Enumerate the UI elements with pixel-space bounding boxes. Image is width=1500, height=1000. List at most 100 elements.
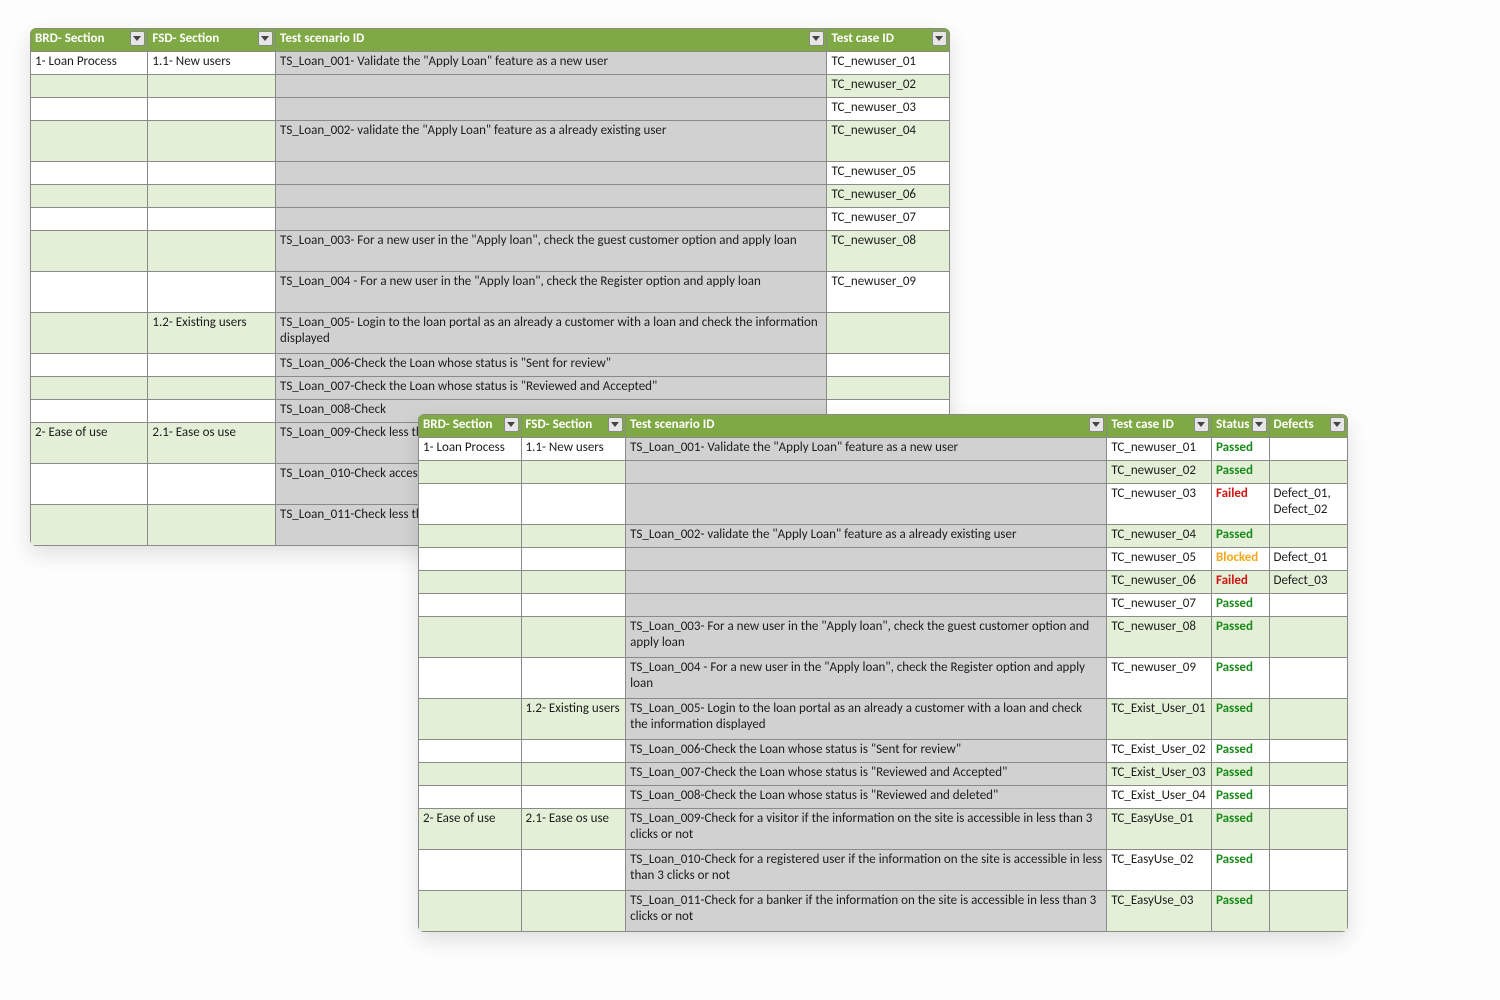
table-row: 2- Ease of use2.1- Ease os useTS_Loan_00… — [419, 809, 1348, 850]
table-row: TS_Loan_010-Check for a registered user … — [419, 850, 1348, 891]
cell-brd — [419, 461, 522, 484]
filter-icon[interactable] — [1194, 417, 1209, 432]
table-row: TC_newuser_06 — [31, 185, 950, 208]
filter-icon[interactable] — [1089, 417, 1104, 432]
cell-scenario: TS_Loan_005- Login to the loan portal as… — [626, 699, 1107, 740]
cell-scenario: TS_Loan_001- Validate the "Apply Loan" f… — [626, 438, 1107, 461]
status-badge: Passed — [1216, 527, 1253, 542]
cell-tcase: TC_newuser_07 — [827, 208, 950, 231]
cell-status: Passed — [1211, 891, 1269, 932]
cell-brd — [419, 617, 522, 658]
filter-icon[interactable] — [809, 31, 824, 46]
cell-status: Passed — [1211, 594, 1269, 617]
status-badge: Failed — [1216, 486, 1248, 501]
cell-brd — [31, 313, 148, 354]
cell-brd — [31, 98, 148, 121]
cell-tcase: TC_newuser_08 — [827, 231, 950, 272]
cell-tcase: TC_newuser_07 — [1107, 594, 1212, 617]
header-defects[interactable]: Defects — [1269, 415, 1348, 438]
cell-fsd — [521, 484, 626, 525]
cell-brd — [31, 231, 148, 272]
filter-icon[interactable] — [504, 417, 519, 432]
header-brd[interactable]: BRD- Section — [419, 415, 522, 438]
cell-scenario: TS_Loan_003- For a new user in the "Appl… — [276, 231, 827, 272]
cell-brd — [419, 594, 522, 617]
table-row: TS_Loan_002- validate the "Apply Loan" f… — [419, 525, 1348, 548]
header-scenario[interactable]: Test scenario ID — [276, 29, 827, 52]
cell-status: Passed — [1211, 699, 1269, 740]
table-row: TC_newuser_02Passed — [419, 461, 1348, 484]
cell-scenario — [276, 75, 827, 98]
status-badge: Passed — [1216, 440, 1253, 455]
cell-status: Passed — [1211, 438, 1269, 461]
header-fsd[interactable]: FSD- Section — [521, 415, 626, 438]
status-badge: Passed — [1216, 852, 1253, 867]
filter-icon[interactable] — [130, 31, 145, 46]
cell-status: Failed — [1211, 484, 1269, 525]
cell-scenario: TS_Loan_006-Check the Loan whose status … — [276, 354, 827, 377]
cell-scenario — [626, 571, 1107, 594]
cell-scenario: TS_Loan_004 - For a new user in the "App… — [276, 272, 827, 313]
cell-tcase: TC_newuser_04 — [1107, 525, 1212, 548]
cell-fsd — [521, 891, 626, 932]
cell-tcase: TC_Exist_User_03 — [1107, 763, 1212, 786]
cell-tcase — [827, 313, 950, 354]
cell-brd — [31, 464, 148, 505]
cell-fsd: 1.2- Existing users — [521, 699, 626, 740]
cell-status: Passed — [1211, 809, 1269, 850]
cell-brd: 2- Ease of use — [31, 423, 148, 464]
cell-fsd — [148, 121, 276, 162]
filter-icon[interactable] — [1330, 417, 1345, 432]
cell-scenario: TS_Loan_002- validate the "Apply Loan" f… — [276, 121, 827, 162]
cell-brd — [419, 850, 522, 891]
cell-status: Passed — [1211, 617, 1269, 658]
cell-scenario — [276, 162, 827, 185]
filter-icon[interactable] — [608, 417, 623, 432]
cell-scenario: TS_Loan_007-Check the Loan whose status … — [276, 377, 827, 400]
filter-icon[interactable] — [932, 31, 947, 46]
cell-brd: 2- Ease of use — [419, 809, 522, 850]
header-tcase[interactable]: Test case ID — [827, 29, 950, 52]
status-badge: Passed — [1216, 893, 1253, 908]
cell-fsd — [148, 464, 276, 505]
cell-brd — [419, 571, 522, 594]
status-badge: Passed — [1216, 811, 1253, 826]
table-row: TS_Loan_002- validate the "Apply Loan" f… — [31, 121, 950, 162]
cell-scenario: TS_Loan_007-Check the Loan whose status … — [626, 763, 1107, 786]
cell-tcase: TC_Exist_User_01 — [1107, 699, 1212, 740]
header-status[interactable]: Status — [1211, 415, 1269, 438]
table-row: TS_Loan_006-Check the Loan whose status … — [419, 740, 1348, 763]
cell-scenario: TS_Loan_005- Login to the loan portal as… — [276, 313, 827, 354]
cell-status: Failed — [1211, 571, 1269, 594]
cell-scenario: TS_Loan_002- validate the "Apply Loan" f… — [626, 525, 1107, 548]
cell-defects — [1269, 525, 1348, 548]
header-brd[interactable]: BRD- Section — [31, 29, 148, 52]
cell-scenario: TS_Loan_011-Check for a banker if the in… — [626, 891, 1107, 932]
cell-fsd — [521, 617, 626, 658]
cell-defects — [1269, 617, 1348, 658]
cell-tcase: TC_newuser_01 — [827, 52, 950, 75]
table-row: TC_newuser_02 — [31, 75, 950, 98]
cell-fsd — [521, 525, 626, 548]
cell-status: Passed — [1211, 461, 1269, 484]
header-fsd[interactable]: FSD- Section — [148, 29, 276, 52]
cell-brd — [31, 121, 148, 162]
cell-tcase — [827, 377, 950, 400]
header-tcase[interactable]: Test case ID — [1107, 415, 1212, 438]
header-scenario[interactable]: Test scenario ID — [626, 415, 1107, 438]
filter-icon[interactable] — [258, 31, 273, 46]
table-row: TS_Loan_003- For a new user in the "Appl… — [31, 231, 950, 272]
table-row: TC_newuser_06FailedDefect_03 — [419, 571, 1348, 594]
cell-defects — [1269, 763, 1348, 786]
cell-defects — [1269, 786, 1348, 809]
cell-tcase: TC_newuser_04 — [827, 121, 950, 162]
cell-fsd — [148, 231, 276, 272]
table-row: TC_newuser_03FailedDefect_01, Defect_02 — [419, 484, 1348, 525]
cell-brd — [31, 400, 148, 423]
cell-status: Passed — [1211, 658, 1269, 699]
cell-fsd — [521, 740, 626, 763]
status-badge: Passed — [1216, 788, 1253, 803]
filter-icon[interactable] — [1252, 417, 1267, 432]
table-row: TS_Loan_006-Check the Loan whose status … — [31, 354, 950, 377]
cell-defects — [1269, 658, 1348, 699]
